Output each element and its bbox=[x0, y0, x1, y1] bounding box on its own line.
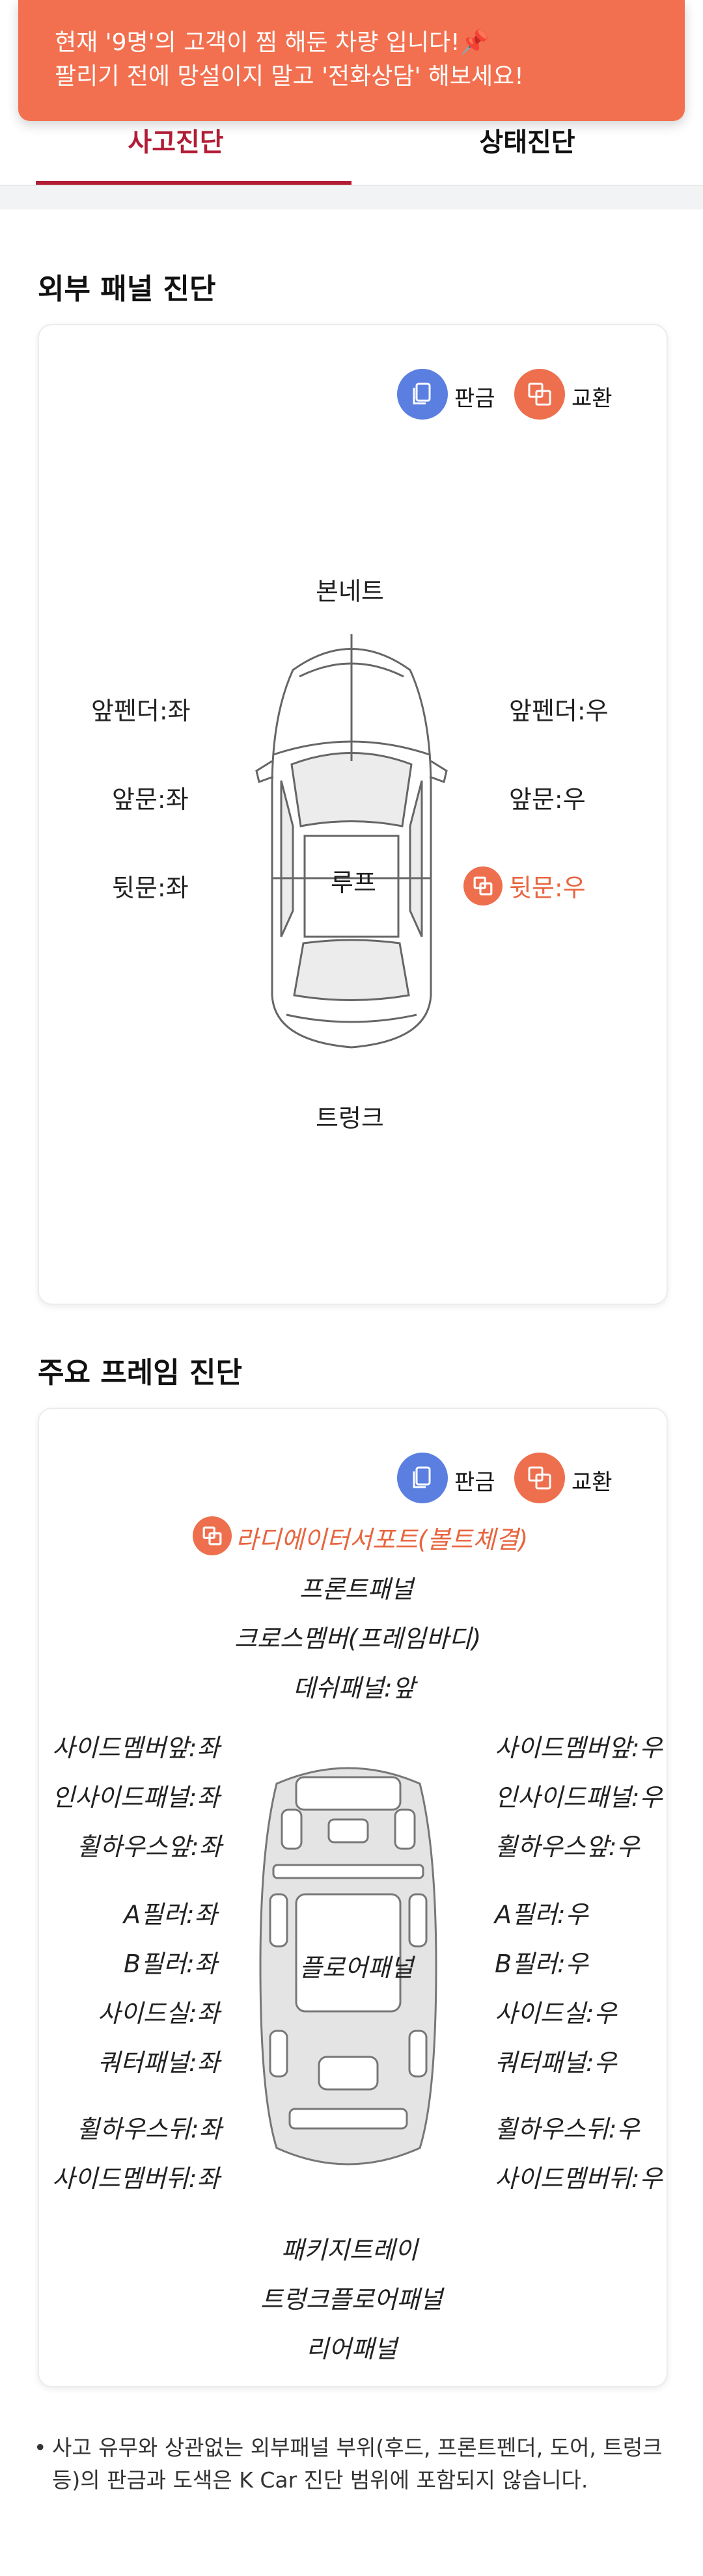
panel-repair-icon bbox=[397, 369, 448, 420]
footnote-bullet: • bbox=[34, 2435, 47, 2460]
exchange-icon bbox=[514, 1453, 565, 1503]
label-b-pillar-left: B필러:좌 bbox=[124, 1950, 217, 1978]
frame-diagnosis-card: 판금 교환 라디에이터서포트(볼트체결) 프론트패널 크로스멤버(프레임바디) … bbox=[38, 1408, 668, 2387]
label-floor-panel: 플로어패널 bbox=[299, 1953, 413, 1982]
label-roof: 루프 bbox=[331, 868, 376, 897]
label-front-fender-left: 앞펜더:좌 bbox=[91, 697, 191, 725]
label-radiator-support: 라디에이터서포트(볼트체결) bbox=[236, 1525, 529, 1554]
label-wheelhouse-front-left: 휠하우스앞:좌 bbox=[77, 1832, 222, 1861]
label-side-member-front-left: 사이드멤버앞:좌 bbox=[52, 1734, 220, 1762]
label-rear-door-left: 뒷문:좌 bbox=[112, 874, 189, 902]
diagnosis-tabs: 사고진단 상태진단 bbox=[0, 121, 703, 186]
section-divider bbox=[0, 186, 703, 209]
label-rear-panel: 리어패널 bbox=[306, 2335, 397, 2363]
label-wheelhouse-rear-right: 휠하우스뒤:우 bbox=[495, 2115, 640, 2143]
label-front-fender-right: 앞펜더:우 bbox=[509, 697, 609, 725]
label-package-tray: 패키지트레이 bbox=[281, 2236, 418, 2264]
label-quarter-panel-right: 쿼터패널:우 bbox=[495, 2048, 617, 2077]
label-side-member-front-right: 사이드멤버앞:우 bbox=[495, 1734, 663, 1762]
footnote-text: 사고 유무와 상관없는 외부패널 부위(후드, 프론트펜더, 도어, 트렁크 등… bbox=[52, 2435, 663, 2493]
label-side-member-rear-right: 사이드멤버뒤:우 bbox=[495, 2164, 663, 2193]
label-wheelhouse-front-right: 휠하우스앞:우 bbox=[495, 1832, 640, 1861]
exterior-diagnosis-card: 판금 교환 본네트 앞펜더:좌 앞펜더:우 앞문:좌 앞문:우 뒷문:좌 뒷문:… bbox=[38, 324, 668, 1305]
label-side-sill-right: 사이드실:우 bbox=[495, 1999, 617, 2028]
legend-repair-label: 판금 bbox=[454, 1469, 495, 1496]
legend-repair-label: 판금 bbox=[454, 386, 495, 412]
car-top-view-outline bbox=[255, 634, 448, 1049]
tab-condition-diagnosis[interactable]: 상태진단 bbox=[352, 121, 703, 186]
label-trunk: 트렁크 bbox=[316, 1104, 384, 1133]
label-bonnet: 본네트 bbox=[316, 577, 384, 606]
label-inside-panel-right: 인사이드패널:우 bbox=[495, 1783, 663, 1812]
label-side-sill-left: 사이드실:좌 bbox=[98, 1999, 220, 2028]
legend-exchange-label: 교환 bbox=[572, 386, 613, 412]
exchange-icon bbox=[514, 369, 565, 420]
label-dash-panel: 데쉬패널:앞 bbox=[293, 1674, 415, 1702]
label-wheelhouse-rear-left: 휠하우스뒤:좌 bbox=[77, 2115, 222, 2143]
frame-legend: 판금 교환 bbox=[397, 1453, 631, 1505]
exterior-legend: 판금 교환 bbox=[397, 369, 631, 421]
label-trunk-floor-panel: 트렁크플로어패널 bbox=[260, 2285, 443, 2314]
label-quarter-panel-left: 쿼터패널:좌 bbox=[98, 2048, 220, 2077]
label-cross-member: 크로스멤버(프레임바디) bbox=[234, 1624, 482, 1653]
exchange-icon bbox=[193, 1516, 232, 1555]
label-front-door-left: 앞문:좌 bbox=[112, 785, 189, 814]
label-rear-door-right: 뒷문:우 bbox=[509, 874, 586, 902]
wishlist-toast[interactable]: 현재 '9명'의 고객이 찜 해둔 차량 입니다!📌 팔리기 전에 망설이지 말… bbox=[18, 0, 685, 121]
label-inside-panel-left: 인사이드패널:좌 bbox=[52, 1783, 220, 1812]
label-front-panel: 프론트패널 bbox=[299, 1575, 413, 1603]
label-a-pillar-left: A필러:좌 bbox=[124, 1900, 217, 1929]
legend-exchange-label: 교환 bbox=[572, 1469, 613, 1496]
toast-line-2: 팔리기 전에 망설이지 말고 '전화상담' 해보세요! bbox=[55, 63, 524, 90]
label-side-member-rear-left: 사이드멤버뒤:좌 bbox=[52, 2164, 220, 2193]
label-front-door-right: 앞문:우 bbox=[509, 785, 586, 814]
exchange-icon bbox=[463, 866, 503, 906]
label-a-pillar-right: A필러:우 bbox=[495, 1900, 588, 1929]
frame-section-title: 주요 프레임 진단 bbox=[38, 1356, 242, 1389]
toast-line-1: 현재 '9명'의 고객이 찜 해둔 차량 입니다!📌 bbox=[55, 29, 489, 56]
exterior-section-title: 외부 패널 진단 bbox=[38, 273, 216, 306]
tab-accident-diagnosis[interactable]: 사고진단 bbox=[0, 121, 352, 186]
label-b-pillar-right: B필러:우 bbox=[495, 1950, 588, 1978]
panel-repair-icon bbox=[397, 1453, 448, 1503]
